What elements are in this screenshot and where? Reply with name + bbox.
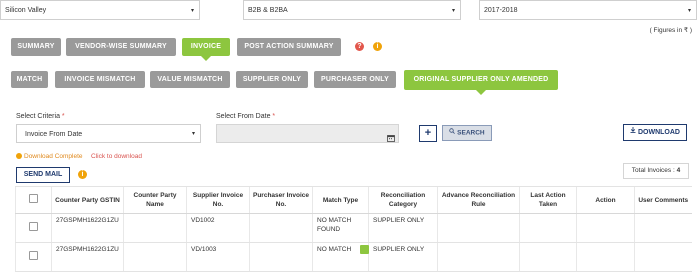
chevron-down-icon: ▾ [451, 8, 455, 14]
info-icon [16, 153, 22, 159]
year-select-value: 2017-2018 [484, 7, 518, 14]
cell-match-type: NO MATCH FOUND [312, 213, 369, 243]
tab-vendor-wise-summary[interactable]: VENDOR-WISE SUMMARY [66, 38, 176, 56]
help-icon[interactable]: ? [355, 42, 364, 51]
download-button-label: DOWNLOAD [637, 128, 680, 136]
col-purchaser-invoice[interactable]: Purchaser Invoice No. [249, 186, 313, 214]
tab-original-supplier-only-amended[interactable]: ORIGINAL SUPPLIER ONLY AMENDED [404, 70, 558, 95]
search-button[interactable]: SEARCH [442, 125, 492, 141]
select-all-checkbox[interactable] [15, 186, 52, 214]
col-counter-name[interactable]: Counter Party Name [123, 186, 187, 214]
download-button[interactable]: DOWNLOAD [623, 124, 687, 141]
tab-summary[interactable]: SUMMARY [11, 38, 61, 56]
tab-post-action-summary[interactable]: POST ACTION SUMMARY [237, 38, 341, 56]
from-date-input[interactable] [216, 124, 399, 143]
cell-comments[interactable] [634, 242, 692, 272]
criteria-select[interactable]: Invoice From Date ▾ [16, 124, 201, 143]
col-advance-rule[interactable]: Advance Reconciliation Rule [437, 186, 520, 214]
region-select[interactable]: Silicon Valley ▾ [0, 0, 200, 20]
cell-name [123, 213, 187, 243]
cell-action[interactable] [576, 213, 635, 243]
col-reconciliation-category[interactable]: Reconciliation Category [368, 186, 438, 214]
col-counter-gstin[interactable]: Counter Party GSTIN [51, 186, 124, 214]
cell-name [123, 242, 187, 272]
tab-supplier-only[interactable]: SUPPLIER ONLY [236, 71, 308, 88]
table-row: 27GSPMH1622G1ZU VD1002 NO MATCH FOUND SU… [15, 213, 692, 243]
download-complete-text: Download Complete [24, 153, 83, 160]
col-supplier-invoice[interactable]: Supplier Invoice No. [186, 186, 250, 214]
cell-category-text: SUPPLIER ONLY [373, 246, 425, 253]
info-icon[interactable]: i [373, 42, 382, 51]
cell-purchaser-invoice [249, 213, 313, 243]
calendar-icon[interactable] [387, 129, 395, 142]
cell-category: SUPPLIER ONLY [368, 213, 438, 243]
chevron-down-icon: ▾ [687, 8, 691, 14]
invoice-table: Counter Party GSTIN Counter Party Name S… [15, 186, 692, 272]
region-select-value: Silicon Valley [5, 7, 47, 14]
info-icon[interactable]: i [78, 170, 87, 179]
add-button[interactable]: + [419, 125, 437, 142]
download-status: Download Complete [16, 153, 83, 160]
cell-gstin: 27GSPMH1622G1ZU [51, 213, 124, 243]
total-invoices-label: Total Invoices : [631, 167, 677, 174]
cell-comments[interactable] [634, 213, 692, 243]
cell-supplier-invoice: VD/1003 [186, 242, 250, 272]
cell-rule [437, 242, 520, 272]
search-button-label: SEARCH [457, 129, 485, 137]
cell-gstin: 27GSPMH1622G1ZU [51, 242, 124, 272]
total-invoices-count: 4 [676, 167, 681, 174]
send-mail-button[interactable]: SEND MAIL [16, 167, 70, 183]
select-from-date-label: Select From Date * [216, 113, 276, 120]
cell-rule [437, 213, 520, 243]
cell-last-action [519, 242, 577, 272]
col-last-action[interactable]: Last Action Taken [519, 186, 577, 214]
download-icon [630, 125, 636, 139]
select-criteria-label: Select Criteria * [16, 113, 65, 120]
col-user-comments[interactable]: User Comments [634, 186, 692, 214]
tab-value-mismatch[interactable]: VALUE MISMATCH [150, 71, 230, 88]
row-checkbox[interactable] [15, 242, 52, 272]
table-header-row: Counter Party GSTIN Counter Party Name S… [15, 186, 692, 214]
total-invoices-box: Total Invoices : 4 [623, 163, 689, 179]
click-to-download-link[interactable]: Click to download [91, 153, 142, 160]
cell-purchaser-invoice [249, 242, 313, 272]
col-action[interactable]: Action [576, 186, 635, 214]
tab-invoice-mismatch[interactable]: INVOICE MISMATCH [55, 71, 145, 88]
tab-purchaser-only[interactable]: PURCHASER ONLY [314, 71, 396, 88]
tab-match[interactable]: MATCH [11, 71, 48, 88]
type-select-value: B2B & B2BA [248, 7, 288, 14]
criteria-select-value: Invoice From Date [25, 131, 83, 138]
col-match-type[interactable]: Match Type [312, 186, 369, 214]
row-checkbox[interactable] [15, 213, 52, 243]
cell-action[interactable] [576, 242, 635, 272]
year-select[interactable]: 2017-2018 ▾ [479, 0, 697, 20]
cell-category: SUPPLIER ONLY [360, 242, 438, 272]
chevron-down-icon: ▾ [190, 8, 194, 14]
search-icon [449, 126, 456, 140]
plus-icon: + [424, 127, 432, 139]
table-row: 27GSPMH1622G1ZU VD/1003 NO MATCH SUPPLIE… [15, 242, 692, 272]
cell-supplier-invoice: VD1002 [186, 213, 250, 243]
chevron-down-icon: ▾ [191, 131, 195, 137]
cell-last-action [519, 213, 577, 243]
figures-note: ( Figures in ₹ ) [649, 27, 692, 34]
type-select[interactable]: B2B & B2BA ▾ [243, 0, 461, 20]
tab-invoice[interactable]: INVOICE [182, 38, 230, 61]
